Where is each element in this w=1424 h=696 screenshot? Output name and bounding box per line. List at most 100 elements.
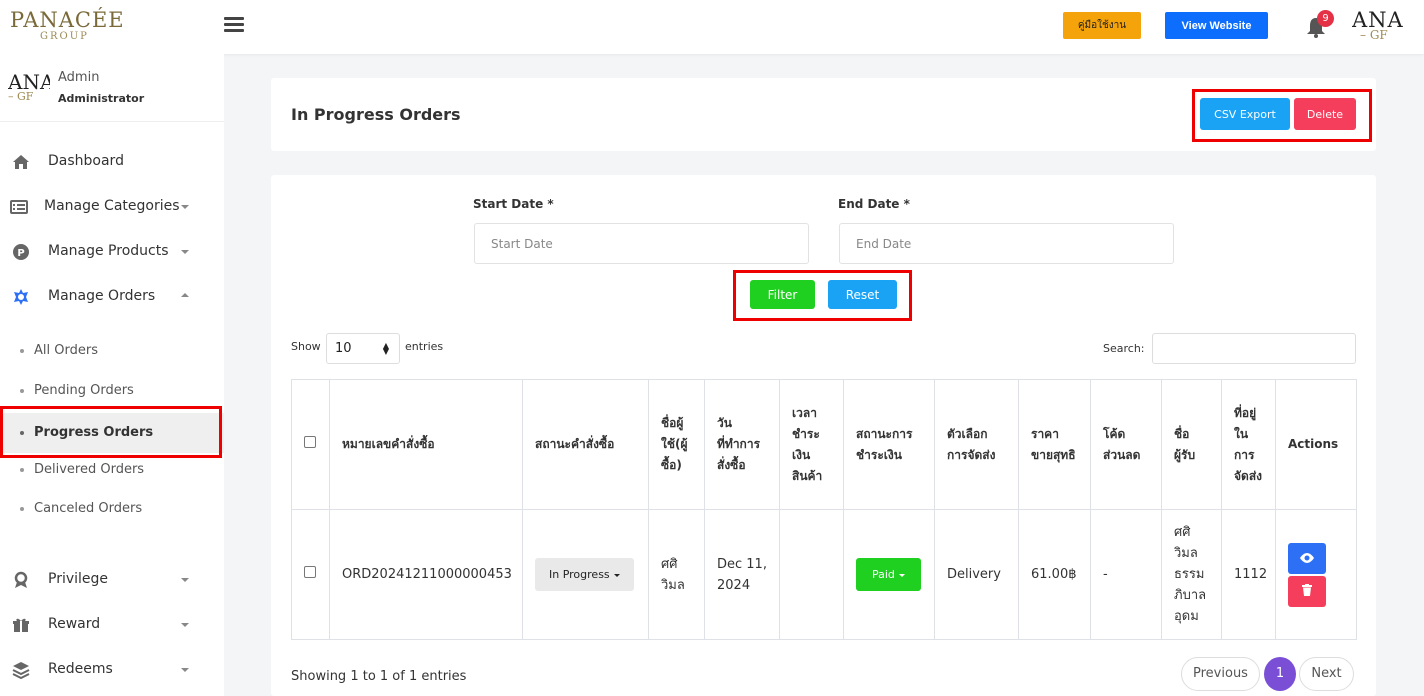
table-row: ORD20241211000000453 In Progress ศศิ วิม… xyxy=(291,509,1357,640)
column-header: Actions xyxy=(1275,379,1357,510)
column-header[interactable]: สถานะการชำระเงิน xyxy=(843,379,935,510)
sidebar-subitem-label: Canceled Orders xyxy=(34,501,143,516)
column-header[interactable]: ที่อยู่ในการจัดส่ง xyxy=(1221,379,1276,510)
page-1-button[interactable]: 1 xyxy=(1264,657,1296,691)
user-name: Admin xyxy=(58,70,100,85)
end-date-label: End Date * xyxy=(838,197,910,211)
payment-status-value: Paid xyxy=(872,568,895,581)
orders-icon xyxy=(14,289,28,305)
next-page-button[interactable]: Next xyxy=(1299,657,1354,691)
filter-button[interactable]: Filter xyxy=(750,280,815,309)
sidebar-item-dashboard[interactable]: Dashboard xyxy=(0,144,224,180)
sidebar-item-reward[interactable]: Reward xyxy=(0,607,224,643)
table-header-row: หมายเลขคำสั่งซื้อ สถานะคำสั่งซื้อ ชื่อผู… xyxy=(291,379,1357,510)
sidebar-subitem-delivered-orders[interactable]: Delivered Orders xyxy=(0,453,224,487)
logo-subtext: GROUP xyxy=(40,31,89,42)
column-header[interactable]: ชื่อผู้รับ xyxy=(1161,379,1222,510)
start-date-label: Start Date * xyxy=(473,197,554,211)
bullet-icon xyxy=(20,389,24,393)
sidebar-subitem-label: All Orders xyxy=(34,343,98,358)
column-header[interactable]: หมายเลขคำสั่งซื้อ xyxy=(329,379,523,510)
home-icon xyxy=(13,155,29,169)
view-website-button[interactable]: View Website xyxy=(1165,12,1268,39)
trash-icon xyxy=(1302,583,1312,596)
sidebar-item-manage-categories[interactable]: Manage Categories xyxy=(0,189,224,225)
discount-cell: - xyxy=(1090,509,1162,640)
sidebar-subitem-pending-orders[interactable]: Pending Orders xyxy=(0,374,224,408)
bullet-icon xyxy=(20,431,24,435)
bullet-icon xyxy=(20,349,24,353)
sidebar-item-manage-orders[interactable]: Manage Orders xyxy=(0,279,224,315)
sidebar-item-privilege[interactable]: Privilege xyxy=(0,562,224,598)
select-all-cell xyxy=(291,379,330,510)
reset-button[interactable]: Reset xyxy=(828,280,897,309)
show-label: Show xyxy=(291,340,321,353)
orders-table: หมายเลขคำสั่งซื้อ สถานะคำสั่งซื้อ ชื่อผู… xyxy=(291,379,1357,640)
order-status-cell: In Progress xyxy=(522,509,649,640)
buyer-cell: ศศิ วิมล xyxy=(648,509,705,640)
column-header[interactable]: ราคาขายสุทธิ xyxy=(1018,379,1091,510)
chevron-up-icon xyxy=(181,293,189,297)
sidebar-item-redeems[interactable]: Redeems xyxy=(0,652,224,688)
delete-button[interactable]: Delete xyxy=(1294,98,1356,130)
sidebar-subitem-label: Progress Orders xyxy=(34,425,154,440)
column-header[interactable]: วันที่ทำการสั่งซื้อ xyxy=(704,379,780,510)
product-icon: P xyxy=(13,244,29,260)
chevron-down-icon xyxy=(181,668,189,672)
sidebar-item-label: Manage Products xyxy=(48,243,169,259)
brand-logo[interactable]: PANACÉE GROUP xyxy=(10,8,140,46)
sidebar-subitem-canceled-orders[interactable]: Canceled Orders xyxy=(0,492,224,526)
view-button[interactable] xyxy=(1288,542,1326,574)
recipient-cell: ศศิ วิมล ธรรมภิบาล อุดม xyxy=(1161,509,1222,640)
sidebar-item-label: Privilege xyxy=(48,571,109,587)
manual-button[interactable]: คู่มือใช้งาน xyxy=(1063,12,1141,39)
chevron-down-icon xyxy=(181,250,189,254)
column-header[interactable]: เวลาชำระเงินสินค้า xyxy=(779,379,844,510)
entries-select[interactable]: 10 ▲ ▼ xyxy=(326,333,400,364)
caret-down-icon xyxy=(898,573,905,577)
sidebar-subitem-all-orders[interactable]: All Orders xyxy=(0,334,224,368)
profile-avatar[interactable]: ANA – GF xyxy=(1352,8,1424,48)
order-status-dropdown[interactable]: In Progress xyxy=(535,558,634,591)
gift-icon xyxy=(13,618,29,632)
delivery-cell: Delivery xyxy=(934,509,1019,640)
search-label: Search: xyxy=(1103,342,1145,355)
sidebar-item-label: Manage Orders xyxy=(48,288,156,304)
sidebar-item-manage-products[interactable]: P Manage Products xyxy=(0,234,224,270)
search-input[interactable] xyxy=(1152,333,1356,364)
order-number-cell: ORD20241211000000453 xyxy=(329,509,523,640)
end-date-input[interactable] xyxy=(839,223,1174,264)
bullet-icon xyxy=(20,507,24,511)
payment-status-dropdown[interactable]: Paid xyxy=(856,558,921,591)
svg-text:P: P xyxy=(17,248,24,259)
start-date-input[interactable] xyxy=(474,223,809,264)
column-header[interactable]: ชื่อผู้ใช้(ผู้ซื้อ) xyxy=(648,379,705,510)
delete-row-button[interactable] xyxy=(1288,575,1326,607)
row-select-cell xyxy=(291,509,330,640)
sidebar-subitem-progress-orders[interactable]: Progress Orders xyxy=(0,413,224,453)
column-header[interactable]: สถานะคำสั่งซื้อ xyxy=(522,379,649,510)
orders-card: Start Date * End Date * Filter Reset Sho… xyxy=(271,175,1376,696)
row-checkbox[interactable] xyxy=(304,566,316,578)
column-header[interactable]: โค้ดส่วนลด xyxy=(1090,379,1162,510)
table-info: Showing 1 to 1 of 1 entries xyxy=(291,669,467,684)
bullet-icon xyxy=(20,468,24,472)
page-title: In Progress Orders xyxy=(291,105,461,124)
page-header-card: In Progress Orders CSV Export Delete xyxy=(271,78,1376,151)
csv-export-button[interactable]: CSV Export xyxy=(1200,98,1290,130)
menu-toggle-icon[interactable] xyxy=(224,14,244,36)
medal-icon xyxy=(14,571,28,588)
payment-status-cell: Paid xyxy=(843,509,935,640)
select-arrows-icon: ▲ ▼ xyxy=(382,341,389,356)
logo-text: PANACÉE xyxy=(10,8,125,32)
column-header[interactable]: ตัวเลือกการจัดส่ง xyxy=(934,379,1019,510)
order-date-cell: Dec 11, 2024 xyxy=(704,509,780,640)
select-all-checkbox[interactable] xyxy=(304,436,316,448)
chevron-down-icon xyxy=(181,578,189,582)
sidebar-item-label: Manage Categories xyxy=(44,198,180,214)
actions-cell xyxy=(1275,509,1357,640)
previous-page-button[interactable]: Previous xyxy=(1181,657,1260,691)
sidebar-subitem-label: Pending Orders xyxy=(34,383,134,398)
caret-down-icon xyxy=(613,573,620,577)
eye-icon xyxy=(1300,552,1314,563)
